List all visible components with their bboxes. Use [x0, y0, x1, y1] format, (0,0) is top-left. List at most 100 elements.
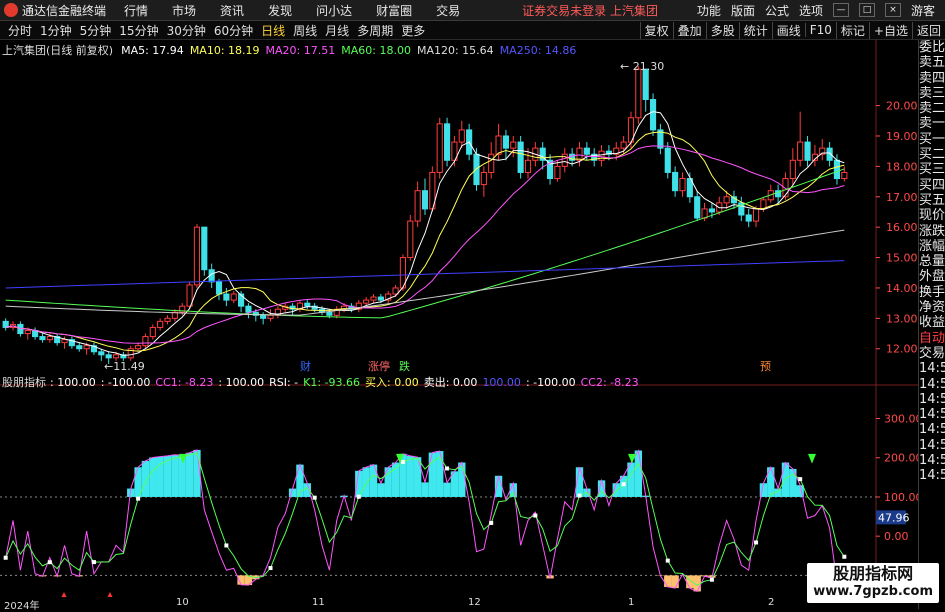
candle-body	[709, 209, 714, 212]
period-tab-2[interactable]: 5分钟	[80, 22, 112, 39]
oversold-fill	[664, 575, 671, 587]
right-menu-item-1[interactable]: 版面	[731, 2, 755, 19]
k1-dot	[224, 543, 228, 547]
k1-dot	[710, 578, 714, 582]
menu-item-4[interactable]: 问小达	[316, 2, 352, 19]
candle-body	[842, 172, 847, 178]
candle-body	[408, 221, 413, 257]
period-tab-9[interactable]: 多周期	[357, 22, 393, 39]
k1-dot	[48, 560, 52, 564]
candle-body	[489, 154, 494, 172]
date-label-2: 11	[312, 597, 325, 608]
quote-field-5: 卖一	[919, 116, 945, 131]
indicator-legend-4: RSI: -	[269, 376, 298, 389]
tool-button-3[interactable]: 统计	[739, 22, 772, 39]
tool-button-2[interactable]: 多股	[706, 22, 739, 39]
candle-body	[437, 124, 442, 173]
period-tab-3[interactable]: 15分钟	[119, 22, 158, 39]
indicator-legend-8: 100.00	[482, 376, 521, 389]
ma5-line	[6, 112, 845, 356]
price-axis-label-8: 12.00	[886, 343, 918, 356]
candle-body	[834, 160, 839, 178]
minimize-icon[interactable]: —	[833, 3, 849, 17]
quote-field-6: 买一	[919, 132, 945, 147]
right-menu-item-3[interactable]: 选项	[799, 2, 823, 19]
tool-button-8[interactable]: 返回	[912, 22, 945, 39]
tool-button-6[interactable]: 标记	[836, 22, 869, 39]
period-tab-0[interactable]: 分时	[8, 22, 32, 39]
indicator-legend-5: K1: -93.66	[303, 376, 360, 389]
date-label-0: 2024年	[4, 597, 39, 612]
price-axis-label-2: 18.00	[886, 160, 918, 173]
indicator-legend-3: : 100.00	[218, 376, 264, 389]
candle-body	[525, 160, 530, 172]
k1-dot	[622, 482, 626, 486]
period-tab-1[interactable]: 1分钟	[40, 22, 72, 39]
candle-body	[481, 172, 486, 184]
period-tab-10[interactable]: 更多	[401, 22, 425, 39]
maximize-icon[interactable]: □	[859, 3, 875, 17]
quote-field-0: 委比	[919, 40, 945, 55]
login-status[interactable]: 证券交易未登录	[522, 4, 606, 18]
right-menu-item-0[interactable]: 功能	[697, 2, 721, 19]
right-menu-item-2[interactable]: 公式	[765, 2, 789, 19]
candle-body	[584, 148, 589, 154]
menu-item-1[interactable]: 市场	[172, 2, 196, 19]
tool-button-1[interactable]: 叠加	[673, 22, 706, 39]
quote-field-7: 买二	[919, 147, 945, 162]
ind-current-value: 47.96	[878, 511, 910, 524]
quote-field-13: 涨幅	[919, 239, 945, 254]
price-axis-label-0: 20.00	[886, 100, 918, 113]
k1-dot	[357, 495, 361, 499]
candle-body	[680, 179, 685, 191]
close-icon[interactable]: ×	[885, 3, 901, 17]
period-tab-5[interactable]: 60分钟	[214, 22, 253, 39]
candle-body	[695, 197, 700, 218]
k1-dot	[489, 521, 493, 525]
menu-item-5[interactable]: 财富圈	[376, 2, 412, 19]
quote-field-17: 净资	[919, 300, 945, 315]
tool-button-5[interactable]: F10	[805, 23, 836, 37]
kline-chart[interactable]: 20.0019.0018.0017.0016.0015.0014.0013.00…	[0, 40, 918, 609]
menu-item-0[interactable]: 行情	[124, 2, 148, 19]
k1-dot	[92, 560, 96, 564]
trade-login-notice[interactable]: 证券交易未登录 上汽集团	[522, 2, 658, 19]
ma-legend-5: MA250: 14.86	[500, 44, 577, 57]
indicator-legend-0: : 100.00	[50, 376, 96, 389]
menu-item-6[interactable]: 交易	[436, 2, 460, 19]
app-logo-icon	[4, 3, 18, 17]
low-price-label: ←11.49	[104, 360, 145, 373]
watermark-title: 股朋指标网	[813, 565, 933, 583]
candle-body	[650, 100, 655, 130]
candle-body	[555, 166, 560, 178]
stock-name-top[interactable]: 上汽集团	[610, 4, 658, 18]
candle-body	[503, 136, 508, 148]
candle-body	[99, 352, 104, 355]
period-tab-4[interactable]: 30分钟	[167, 22, 206, 39]
tool-button-4[interactable]: 画线	[772, 22, 805, 39]
period-tab-6[interactable]: 日线	[261, 22, 285, 39]
overbought-fill	[421, 482, 428, 497]
price-axis-label-7: 13.00	[886, 312, 918, 325]
candle-body	[3, 321, 8, 327]
menu-item-2[interactable]: 资讯	[220, 2, 244, 19]
k1-dot	[666, 559, 670, 563]
guest-label[interactable]: 游客	[911, 2, 935, 19]
app-title: 通达信金融终端	[22, 2, 106, 19]
candle-body	[511, 142, 516, 148]
ma-legend-0: MA5: 17.94	[121, 44, 184, 57]
quote-field-18: 收益	[919, 315, 945, 330]
tool-button-7[interactable]: +自选	[869, 22, 912, 39]
ma10-line	[6, 132, 845, 351]
overbought-fill	[142, 461, 149, 497]
k1-dot	[533, 514, 537, 518]
ma-legend-3: MA60: 18.00	[341, 44, 411, 57]
period-tab-7[interactable]: 周线	[293, 22, 317, 39]
overbought-fill	[443, 483, 450, 497]
period-tab-8[interactable]: 月线	[325, 22, 349, 39]
menu-item-3[interactable]: 发现	[268, 2, 292, 19]
candle-body	[158, 321, 163, 327]
overbought-fill	[782, 463, 789, 497]
candle-body	[444, 124, 449, 160]
tool-button-0[interactable]: 复权	[640, 22, 673, 39]
